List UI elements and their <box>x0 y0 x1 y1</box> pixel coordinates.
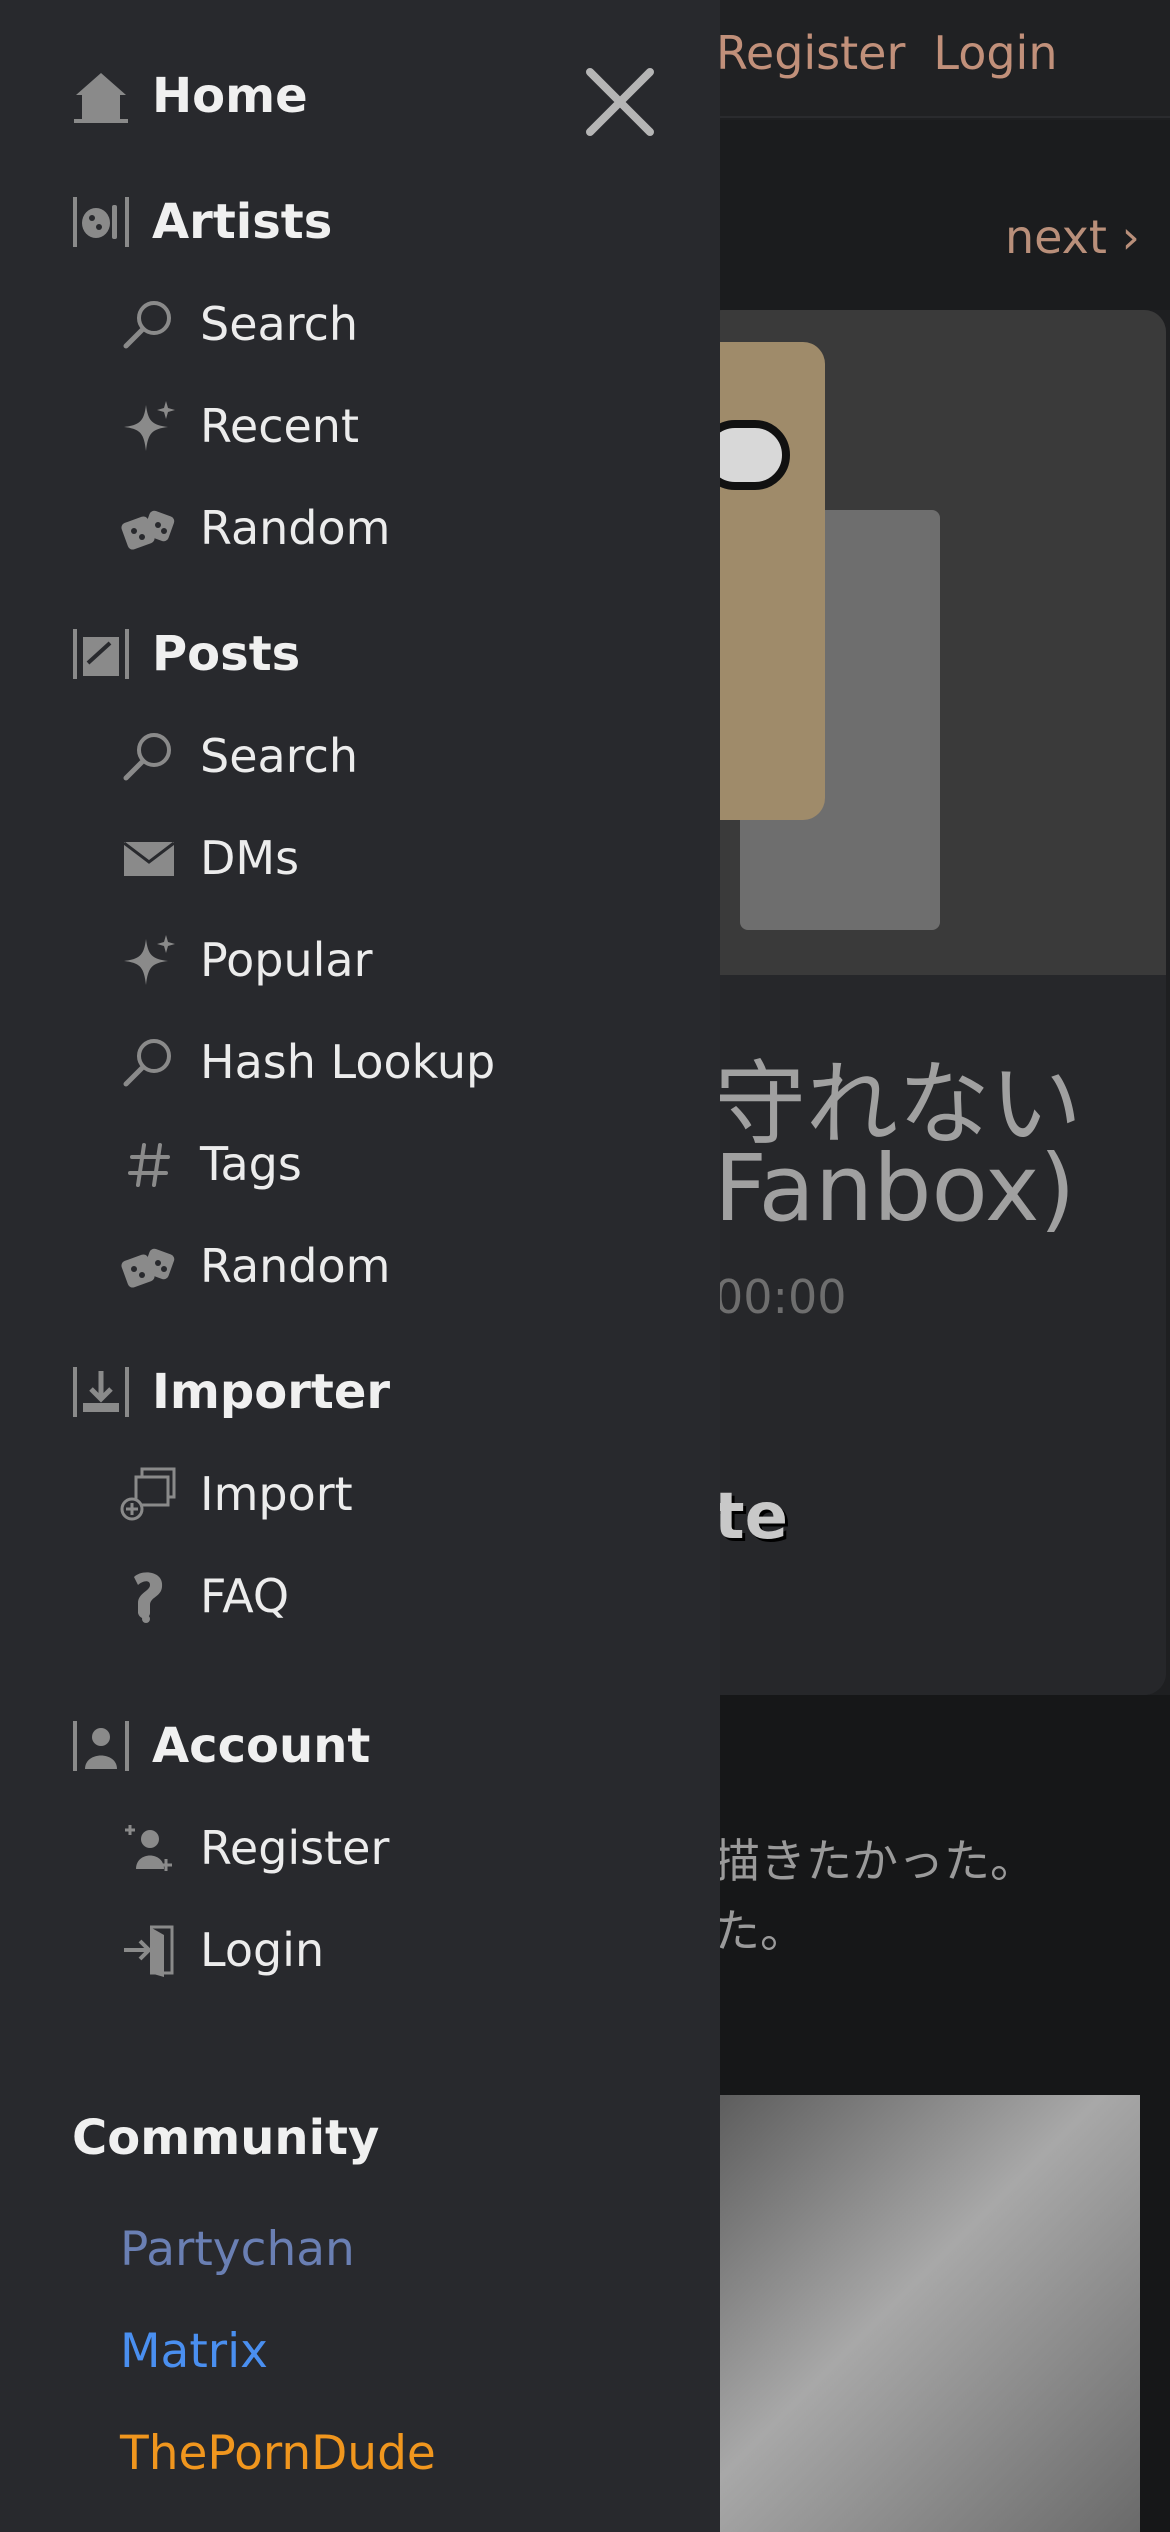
user-plus-icon <box>120 1819 178 1877</box>
dice-icon <box>120 499 178 557</box>
sidebar-section-posts: Posts <box>70 616 300 692</box>
sidebar-item-register[interactable]: Register <box>120 1812 389 1884</box>
sidebar-item-label: Register <box>200 1821 390 1875</box>
search-icon <box>120 295 178 353</box>
search-icon <box>120 1033 178 1091</box>
import-icon <box>120 1465 178 1523</box>
sidebar-importer-label: Importer <box>152 1364 391 1420</box>
post-body-line2: た。 <box>714 1904 806 1958</box>
sidebar-item-artists-search[interactable]: Search <box>120 288 358 360</box>
post-card[interactable]: 守れない Fanbox) 00:00 te <box>700 310 1166 1695</box>
sidebar-item-posts-random[interactable]: Random <box>120 1230 390 1302</box>
community-heading: Community <box>72 2110 380 2166</box>
hash-icon <box>120 1135 178 1193</box>
account-icon <box>70 1715 132 1777</box>
post-body: 描きたかった。 た。 <box>700 1695 1170 2532</box>
sidebar-item-label: Hash Lookup <box>200 1035 496 1089</box>
sidebar-item-label: Search <box>200 297 359 351</box>
sidebar-item-label: DMs <box>200 831 300 885</box>
search-icon <box>120 727 178 785</box>
community-link-theporndude[interactable]: ThePornDude <box>120 2426 436 2481</box>
community-link-partychan[interactable]: Partychan <box>120 2222 355 2277</box>
post-image[interactable] <box>714 2095 1140 2532</box>
sidebar-item-label: Search <box>200 729 359 783</box>
sidebar-item-label: Recent <box>200 399 359 453</box>
sidebar-item-label: Import <box>200 1467 353 1521</box>
sidebar-home[interactable]: Home <box>70 58 308 134</box>
sidebar-menu: Home Artists Search Recent Random Posts <box>0 0 720 2532</box>
sidebar-item-artists-random[interactable]: Random <box>120 492 390 564</box>
question-icon <box>120 1567 178 1625</box>
sidebar-section-artists: Artists <box>70 184 332 260</box>
next-page-link[interactable]: next › <box>1005 210 1140 264</box>
post-icon <box>70 623 132 685</box>
sidebar-item-label: Random <box>200 501 391 555</box>
login-link[interactable]: Login <box>933 26 1057 80</box>
post-title-line2: Fanbox) <box>714 1135 1076 1242</box>
post-thumbnail <box>700 310 1166 975</box>
sidebar-item-posts-dms[interactable]: DMs <box>120 822 299 894</box>
post-header: 守れない Fanbox) 00:00 te <box>700 975 1166 1695</box>
envelope-icon <box>120 829 178 887</box>
sparkle-icon <box>120 931 178 989</box>
importer-icon <box>70 1361 132 1423</box>
home-icon <box>70 65 132 127</box>
sidebar-home-label: Home <box>152 68 308 124</box>
post-subtitle: te <box>714 1480 788 1554</box>
sidebar-item-label: Login <box>200 1923 325 1977</box>
sparkle-icon <box>120 397 178 455</box>
community-link-matrix[interactable]: Matrix <box>120 2324 268 2379</box>
sidebar-section-account: Account <box>70 1708 370 1784</box>
sidebar-item-label: Popular <box>200 933 373 987</box>
palette-icon <box>70 191 132 253</box>
sidebar-item-label: FAQ <box>200 1569 290 1623</box>
close-menu-button[interactable] <box>580 62 660 142</box>
close-icon <box>586 68 654 136</box>
sidebar-item-posts-popular[interactable]: Popular <box>120 924 372 996</box>
register-link[interactable]: Register <box>716 26 905 80</box>
sidebar-item-faq[interactable]: FAQ <box>120 1560 289 1632</box>
sidebar-account-label: Account <box>152 1718 371 1774</box>
post-date: 00:00 <box>714 1270 847 1324</box>
dice-icon <box>120 1237 178 1295</box>
sidebar-item-artists-recent[interactable]: Recent <box>120 390 359 462</box>
sidebar-posts-label: Posts <box>152 626 301 682</box>
login-icon <box>120 1921 178 1979</box>
sidebar-item-label: Tags <box>200 1137 302 1191</box>
sidebar-item-posts-tags[interactable]: Tags <box>120 1128 302 1200</box>
sidebar-item-import[interactable]: Import <box>120 1458 353 1530</box>
sidebar-item-login[interactable]: Login <box>120 1914 324 1986</box>
post-body-line1: 描きたかった。 <box>714 1834 1036 1888</box>
sidebar-item-posts-search[interactable]: Search <box>120 720 358 792</box>
sidebar-item-posts-hash-lookup[interactable]: Hash Lookup <box>120 1026 495 1098</box>
sidebar-artists-label: Artists <box>152 194 333 250</box>
sidebar-section-importer: Importer <box>70 1354 390 1430</box>
sidebar-item-label: Random <box>200 1239 391 1293</box>
